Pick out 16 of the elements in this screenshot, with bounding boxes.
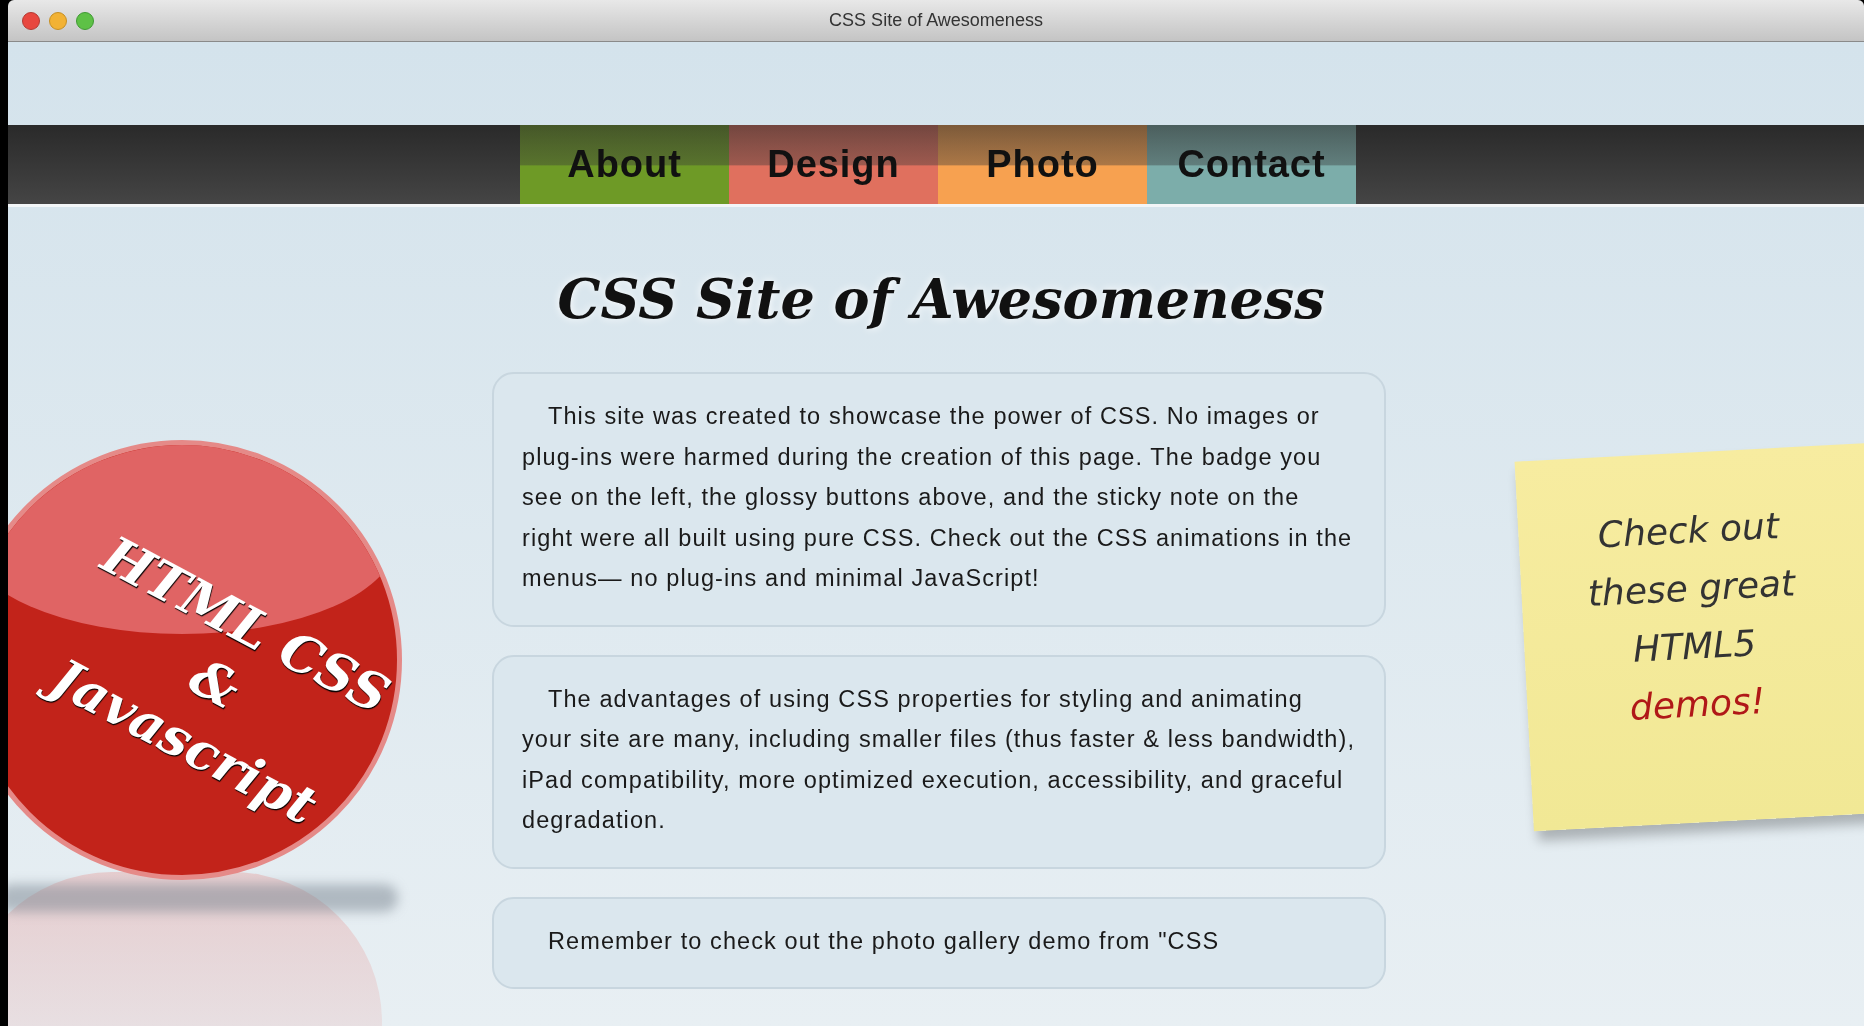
note-text: Check out: [1596, 503, 1781, 558]
note-text: demos!: [1628, 678, 1767, 730]
close-icon[interactable]: [22, 11, 40, 30]
nav-tab[interactable]: Photo: [938, 125, 1147, 204]
note-text: these great: [1586, 561, 1797, 616]
note-text: HTML5: [1631, 621, 1758, 672]
nav-tab[interactable]: Contact: [1147, 125, 1356, 204]
page-heading: CSS Site of Awesomeness: [556, 266, 1325, 333]
card-paragraph: Remember to check out the photo gallery demo from "CSS: [547, 926, 1221, 956]
nav-tab[interactable]: About: [520, 125, 729, 204]
window-title: CSS Site of Awesomeness: [829, 9, 1043, 32]
nav-tab[interactable]: Design: [729, 125, 938, 204]
zoom-icon[interactable]: [76, 11, 94, 30]
minimize-icon[interactable]: [49, 11, 67, 30]
card-paragraph: This site was created to showcase the power of CSS. No images or plug-ins were harmed during the creation of this page. The badge you see on the left, the glossy buttons above, and the sticky note on the right were all built using pure CSS. Check out the CSS animations in the menus— no plug-ins and minimal JavaScript!: [522, 402, 1354, 593]
card-paragraph: The advantages of using CSS properties for styling and animating your site are many, including smaller files (thus faster & less bandwidth), iPad compatibility, more optimized execution, accessibility, and graceful degradation.: [522, 684, 1356, 835]
